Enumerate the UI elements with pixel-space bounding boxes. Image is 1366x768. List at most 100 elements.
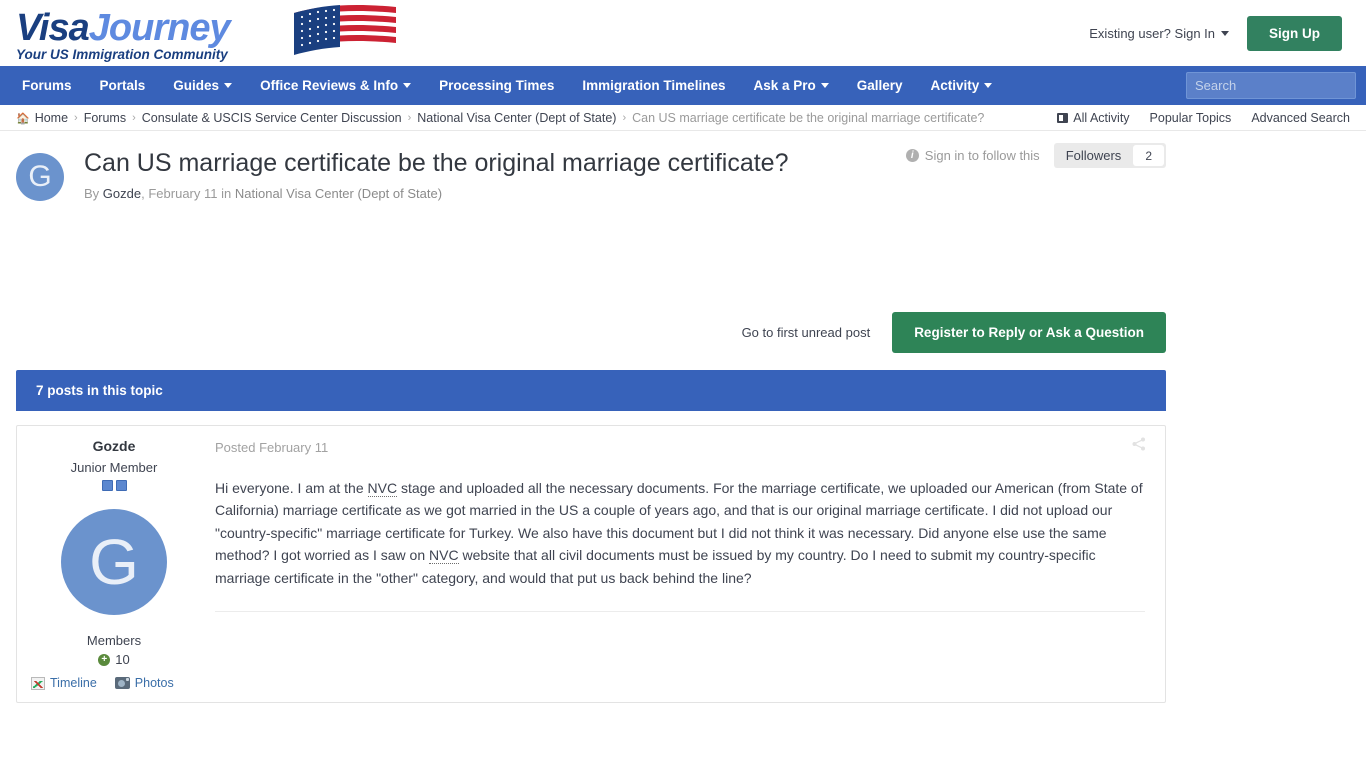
sign-in-dropdown[interactable]: Existing user? Sign In: [1089, 26, 1229, 41]
nav-item-portals[interactable]: Portals: [86, 66, 160, 105]
follow-area: i Sign in to follow this Followers 2: [905, 143, 1166, 168]
chevron-down-icon: [403, 83, 412, 88]
breadcrumb-trail: 🏠 Home › Forums › Consulate & USCIS Servi…: [16, 111, 984, 125]
nav-label: Guides: [173, 78, 220, 93]
rank-pip-icon: [115, 480, 127, 491]
nav-item-activity[interactable]: Activity: [917, 66, 1007, 105]
nav-item-guides[interactable]: Guides: [159, 66, 246, 105]
logo-journey-text: Journey: [88, 7, 231, 49]
header-actions: Existing user? Sign In Sign Up: [1089, 15, 1350, 51]
reputation-value: 10: [115, 652, 130, 667]
topic-actions: Go to first unread post Register to Repl…: [0, 309, 1366, 355]
chevron-down-icon: [820, 83, 829, 88]
nav-item-ask-a-pro[interactable]: Ask a Pro: [739, 66, 842, 105]
breadcrumb: 🏠 Home › Forums › Consulate & USCIS Servi…: [0, 105, 1366, 131]
topic-header: G Can US marriage certificate be the ori…: [0, 131, 1366, 201]
post-divider: [215, 611, 1145, 613]
photos-icon: [114, 677, 130, 689]
byline-comma: ,: [141, 185, 145, 201]
topic-byline: By Gozde, February 11 in National Visa C…: [84, 186, 788, 201]
breadcrumb-links: All Activity Popular Topics Advanced Sea…: [1057, 111, 1350, 125]
nav-label: Forums: [22, 78, 72, 93]
followers-button[interactable]: Followers 2: [1053, 143, 1166, 168]
nav-label: Portals: [99, 78, 146, 93]
post-user-panel: Gozde Junior Member G Members + 10 Timel…: [17, 426, 211, 702]
post-author-rank: Junior Member: [70, 460, 158, 475]
breadcrumb-label: Home: [34, 110, 69, 125]
register-to-reply-button[interactable]: Register to Reply or Ask a Question: [892, 311, 1166, 353]
topic-forum-link[interactable]: National Visa Center (Dept of State): [235, 186, 442, 201]
nav-label: Immigration Timelines: [582, 78, 726, 93]
go-to-first-unread-post-link[interactable]: Go to first unread post: [742, 325, 871, 340]
sign-in-to-follow: i Sign in to follow this: [905, 148, 1040, 163]
nav-item-forums[interactable]: Forums: [8, 66, 86, 105]
nav-label: Ask a Pro: [753, 78, 816, 93]
followers-count-badge: 2: [1133, 145, 1164, 166]
share-icon[interactable]: [1131, 436, 1147, 452]
breadcrumb-item-consulate[interactable]: Consulate & USCIS Service Center Discuss…: [142, 111, 402, 125]
sign-up-button[interactable]: Sign Up: [1247, 15, 1342, 51]
search-input[interactable]: [1186, 72, 1356, 99]
topic-author-link[interactable]: Gozde: [103, 186, 141, 201]
reputation-plus-icon: +: [98, 653, 111, 666]
topic-title-block: Can US marriage certificate be the origi…: [84, 147, 788, 201]
breadcrumb-separator: ›: [74, 111, 78, 124]
post-text-part-1: Hi everyone. I am at the: [215, 480, 368, 496]
post-author-group: Members: [86, 633, 142, 648]
abbr-nvc: NVC: [429, 547, 459, 565]
post-author-reputation: + 10: [98, 652, 130, 667]
breadcrumb-item-forums[interactable]: Forums: [84, 111, 126, 125]
nav-label: Office Reviews & Info: [260, 78, 399, 93]
logo-tagline: Your US Immigration Community: [16, 47, 228, 62]
logo-wordmark: VisaJourney: [16, 3, 231, 49]
post-author-avatar[interactable]: G: [61, 509, 167, 615]
post-timestamp: Posted February 11: [215, 440, 329, 455]
chevron-down-icon: [1221, 30, 1229, 36]
logo-visa-text: Visa: [16, 7, 90, 49]
timeline-label: Timeline: [50, 676, 97, 690]
nav-item-processing-times[interactable]: Processing Times: [425, 66, 568, 105]
timeline-icon: [31, 676, 45, 690]
topic-date: February 11: [148, 185, 218, 201]
site-header: VisaJourney Your US Immigration Communit…: [0, 0, 1366, 66]
all-activity-link[interactable]: All Activity: [1057, 110, 1130, 125]
breadcrumb-item-nvc[interactable]: National Visa Center (Dept of State): [417, 111, 616, 125]
post-body: Posted February 11 Hi everyone. I am at …: [211, 426, 1165, 702]
posts-section: 7 posts in this topic Gozde Junior Membe…: [0, 355, 1182, 703]
avatar[interactable]: G: [16, 153, 64, 201]
follow-note-label: Sign in to follow this: [924, 148, 1040, 163]
advanced-search-link[interactable]: Advanced Search: [1251, 111, 1350, 125]
post-content: Hi everyone. I am at the NVC stage and u…: [215, 477, 1145, 589]
nav-label: Processing Times: [439, 78, 555, 93]
nav-label: Gallery: [856, 78, 903, 93]
nav-label: Activity: [930, 78, 980, 93]
post-author-name[interactable]: Gozde: [93, 438, 136, 454]
all-activity-label: All Activity: [1073, 110, 1130, 125]
nav-item-immigration-timelines[interactable]: Immigration Timelines: [568, 66, 739, 105]
rank-pip-icon: [101, 480, 113, 491]
advertisement-placeholder: [0, 201, 1366, 309]
rank-pips: [101, 480, 127, 491]
abbr-nvc: NVC: [367, 480, 398, 497]
post-author-links: Timeline Photos: [31, 676, 174, 690]
photos-link[interactable]: Photos: [114, 676, 174, 690]
by-prefix: By: [84, 185, 100, 201]
sign-in-label: Existing user? Sign In: [1089, 25, 1215, 41]
chevron-down-icon: [984, 83, 993, 88]
breadcrumb-separator: ›: [407, 111, 412, 124]
popular-topics-link[interactable]: Popular Topics: [1150, 111, 1232, 125]
nav-item-gallery[interactable]: Gallery: [843, 66, 917, 105]
timeline-link[interactable]: Timeline: [31, 676, 97, 690]
breadcrumb-item-home[interactable]: 🏠 Home: [16, 111, 68, 125]
us-flag-icon: [294, 5, 396, 55]
all-activity-icon: [1057, 112, 1069, 123]
nav-item-office-reviews[interactable]: Office Reviews & Info: [246, 66, 425, 105]
info-icon: i: [905, 149, 919, 162]
breadcrumb-separator: ›: [622, 111, 627, 124]
site-logo[interactable]: VisaJourney Your US Immigration Communit…: [16, 3, 396, 63]
main-navigation: Forums Portals Guides Office Reviews & I…: [0, 66, 1366, 105]
breadcrumb-item-current: Can US marriage certificate be the origi…: [632, 110, 985, 125]
photos-label: Photos: [134, 676, 174, 690]
followers-label: Followers: [1065, 148, 1122, 163]
post-card: Gozde Junior Member G Members + 10 Timel…: [16, 425, 1166, 703]
